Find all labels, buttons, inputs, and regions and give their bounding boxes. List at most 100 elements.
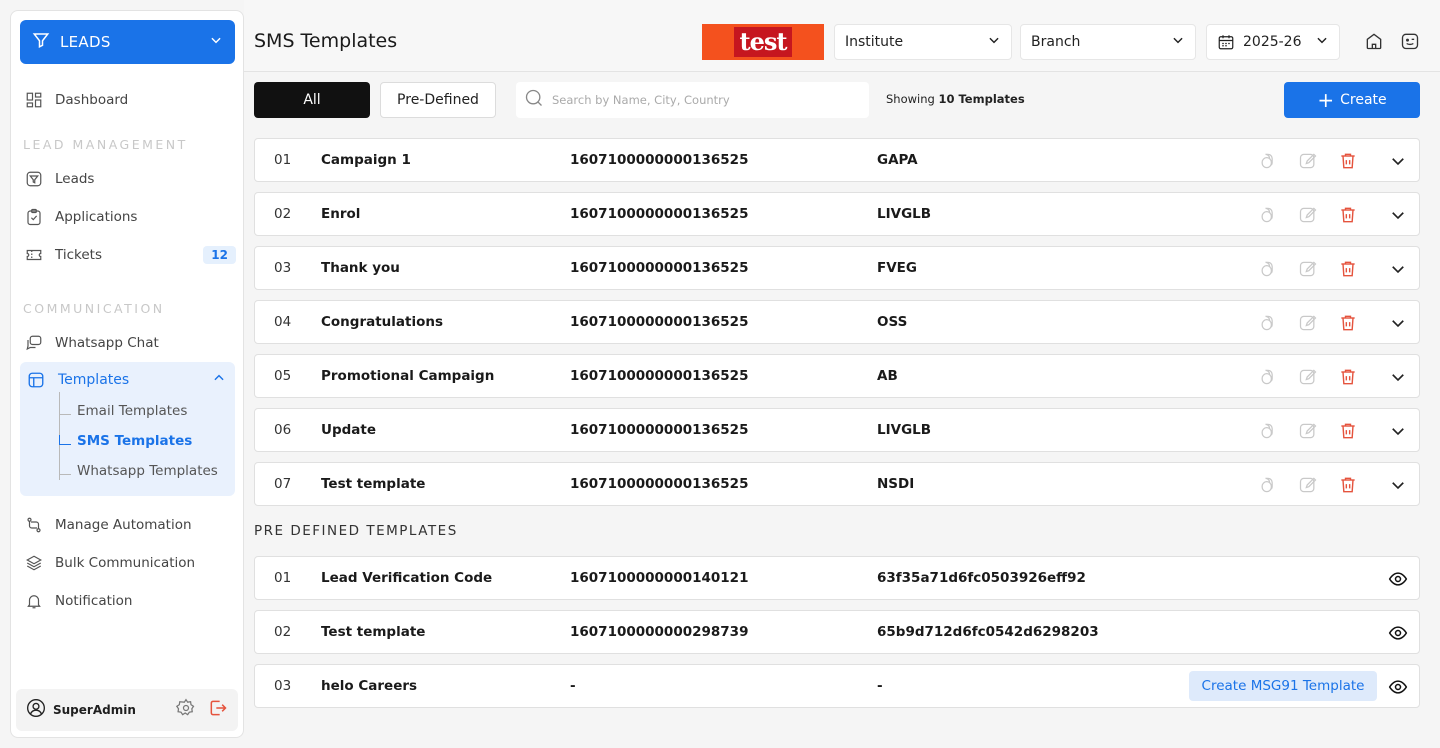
create-button[interactable]: + Create bbox=[1284, 82, 1420, 118]
edit-icon[interactable] bbox=[1297, 258, 1319, 280]
sidebar-item-applications[interactable]: Applications bbox=[24, 202, 236, 232]
create-msg91-template-button[interactable]: Create MSG91 Template bbox=[1189, 671, 1377, 701]
lead-management-section-label: LEAD MANAGEMENT bbox=[23, 137, 188, 152]
row-number: 02 bbox=[274, 624, 292, 640]
settings-gear-icon[interactable] bbox=[175, 698, 196, 722]
leads-dropdown-button[interactable]: LEADS bbox=[20, 20, 235, 64]
sidebar-item-leads[interactable]: Leads bbox=[24, 164, 236, 194]
template-name: Campaign 1 bbox=[321, 152, 411, 168]
copy-icon[interactable] bbox=[1257, 474, 1279, 496]
delete-icon[interactable] bbox=[1337, 258, 1359, 280]
template-name: Thank you bbox=[321, 260, 400, 276]
sidebar-item-manage-automation[interactable]: Manage Automation bbox=[24, 510, 236, 540]
sidebar-subitem-email-templates[interactable]: Email Templates bbox=[77, 403, 187, 419]
delete-icon[interactable] bbox=[1337, 204, 1359, 226]
delete-icon[interactable] bbox=[1337, 312, 1359, 334]
copy-icon[interactable] bbox=[1257, 312, 1279, 334]
chevron-down-icon[interactable] bbox=[1387, 474, 1409, 496]
funnel-icon bbox=[24, 169, 44, 189]
sidebar-subitem-sms-templates[interactable]: SMS Templates bbox=[77, 433, 192, 449]
logout-icon[interactable] bbox=[208, 698, 228, 722]
edit-icon[interactable] bbox=[1297, 474, 1319, 496]
template-row[interactable]: 01 Campaign 1 1607100000000136525 GAPA bbox=[254, 138, 1420, 182]
delete-icon[interactable] bbox=[1337, 150, 1359, 172]
chevron-down-icon[interactable] bbox=[1387, 312, 1409, 334]
copy-icon[interactable] bbox=[1257, 258, 1279, 280]
year-select-value: 2025-26 bbox=[1243, 34, 1302, 50]
year-select[interactable]: 2025-26 bbox=[1206, 24, 1340, 60]
feedback-icon[interactable] bbox=[1400, 31, 1422, 53]
dlt-template-id: 1607100000000140121 bbox=[570, 570, 749, 586]
layers-icon bbox=[24, 553, 44, 573]
edit-icon[interactable] bbox=[1297, 420, 1319, 442]
chevron-up-icon[interactable] bbox=[212, 371, 226, 389]
copy-icon[interactable] bbox=[1257, 150, 1279, 172]
predefined-template-row[interactable]: 01 Lead Verification Code 16071000000001… bbox=[254, 556, 1420, 600]
eye-icon[interactable] bbox=[1387, 568, 1409, 590]
branch-select[interactable]: Branch bbox=[1020, 24, 1196, 60]
plus-icon: + bbox=[1317, 88, 1335, 112]
chevron-down-icon[interactable] bbox=[1387, 420, 1409, 442]
template-row[interactable]: 05 Promotional Campaign 1607100000000136… bbox=[254, 354, 1420, 398]
sidebar-item-tickets[interactable]: Tickets 12 bbox=[24, 240, 236, 270]
predefined-template-row[interactable]: 03 helo Careers - - Create MSG91 Templat… bbox=[254, 664, 1420, 708]
eye-icon[interactable] bbox=[1387, 676, 1409, 698]
template-row[interactable]: 02 Enrol 1607100000000136525 LIVGLB bbox=[254, 192, 1420, 236]
template-name: Congratulations bbox=[321, 314, 444, 330]
copy-icon[interactable] bbox=[1257, 420, 1279, 442]
edit-icon[interactable] bbox=[1297, 312, 1319, 334]
edit-icon[interactable] bbox=[1297, 366, 1319, 388]
delete-icon[interactable] bbox=[1337, 474, 1359, 496]
user-avatar-icon[interactable] bbox=[26, 698, 46, 722]
home-icon[interactable] bbox=[1364, 31, 1386, 53]
sidebar-item-whatsapp-chat[interactable]: Whatsapp Chat bbox=[24, 328, 236, 358]
tree-hook-active bbox=[59, 435, 71, 445]
delete-icon[interactable] bbox=[1337, 420, 1359, 442]
row-number: 06 bbox=[274, 422, 292, 438]
chevron-down-icon bbox=[209, 33, 223, 51]
row-number: 05 bbox=[274, 368, 292, 384]
showing-count: 10 Templates bbox=[938, 92, 1025, 106]
automation-icon bbox=[24, 515, 44, 535]
tab-all[interactable]: All bbox=[254, 82, 370, 118]
sidebar-subitem-whatsapp-templates[interactable]: Whatsapp Templates bbox=[77, 463, 218, 479]
template-row[interactable]: 04 Congratulations 1607100000000136525 O… bbox=[254, 300, 1420, 344]
sender-code: AB bbox=[877, 368, 898, 384]
sidebar-item-bulk-communication[interactable]: Bulk Communication bbox=[24, 548, 236, 578]
branch-select-value: Branch bbox=[1031, 34, 1081, 50]
sidebar-item-templates[interactable]: Templates bbox=[26, 370, 226, 390]
predefined-template-row[interactable]: 02 Test template 1607100000000298739 65b… bbox=[254, 610, 1420, 654]
tree-hook bbox=[59, 465, 71, 475]
template-row[interactable]: 07 Test template 1607100000000136525 NSD… bbox=[254, 462, 1420, 506]
tab-pre-defined[interactable]: Pre-Defined bbox=[380, 82, 496, 118]
chevron-down-icon[interactable] bbox=[1387, 366, 1409, 388]
chevron-down-icon[interactable] bbox=[1387, 204, 1409, 226]
eye-icon[interactable] bbox=[1387, 622, 1409, 644]
copy-icon[interactable] bbox=[1257, 204, 1279, 226]
institute-select[interactable]: Institute bbox=[834, 24, 1012, 60]
chevron-down-icon[interactable] bbox=[1387, 258, 1409, 280]
row-number: 07 bbox=[274, 476, 292, 492]
template-code: 63f35a71d6fc0503926eff92 bbox=[877, 570, 1086, 586]
template-row[interactable]: 06 Update 1607100000000136525 LIVGLB bbox=[254, 408, 1420, 452]
template-row[interactable]: 03 Thank you 1607100000000136525 FVEG bbox=[254, 246, 1420, 290]
template-name: Enrol bbox=[321, 206, 361, 222]
sidebar-item-dashboard[interactable]: Dashboard bbox=[24, 85, 236, 115]
edit-icon[interactable] bbox=[1297, 150, 1319, 172]
edit-icon[interactable] bbox=[1297, 204, 1319, 226]
top-header: SMS Templates test Institute Branch 2025… bbox=[244, 0, 1440, 72]
search-input[interactable] bbox=[552, 93, 869, 107]
showing-count-text: Showing 10 Templates bbox=[886, 92, 1025, 106]
copy-icon[interactable] bbox=[1257, 366, 1279, 388]
template-name: Lead Verification Code bbox=[321, 570, 493, 586]
brand-logo: test bbox=[702, 24, 824, 60]
row-number: 03 bbox=[274, 678, 292, 694]
dlt-template-id: 1607100000000136525 bbox=[570, 152, 749, 168]
dlt-template-id: 1607100000000136525 bbox=[570, 422, 749, 438]
row-number: 03 bbox=[274, 260, 292, 276]
sidebar-item-label: Whatsapp Chat bbox=[55, 335, 159, 351]
sidebar-item-notification[interactable]: Notification bbox=[24, 586, 236, 616]
chevron-down-icon bbox=[987, 33, 1001, 51]
delete-icon[interactable] bbox=[1337, 366, 1359, 388]
chevron-down-icon[interactable] bbox=[1387, 150, 1409, 172]
